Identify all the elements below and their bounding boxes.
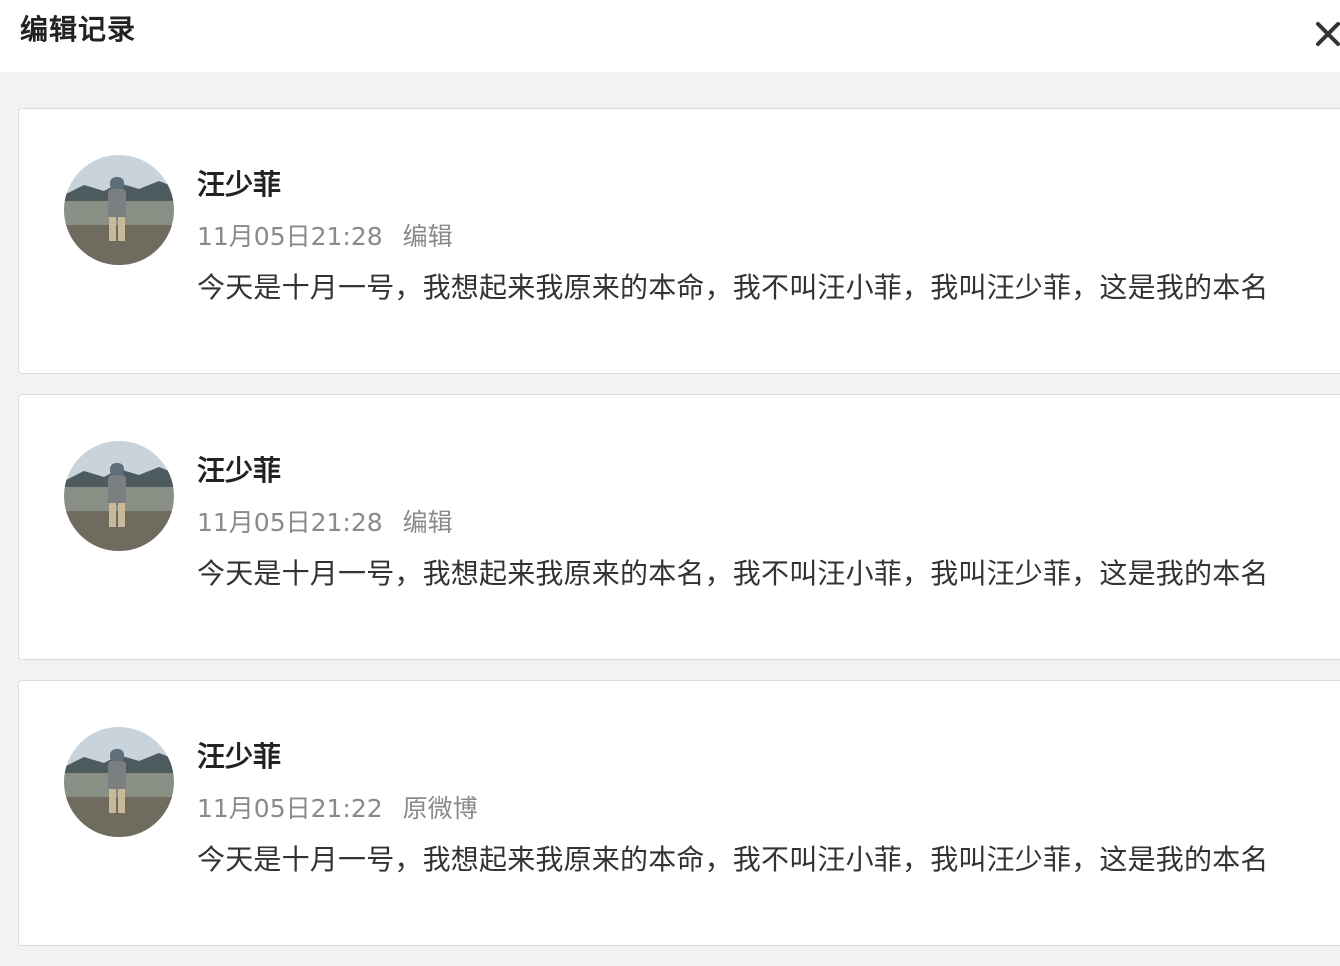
record-time: 11月05日21:22 [197,794,383,823]
author-name[interactable]: 汪少菲 [197,737,281,777]
close-button[interactable] [1310,14,1340,54]
avatar[interactable] [64,441,174,551]
edit-record-card: 汪少菲 11月05日21:28 编辑 今天是十月一号，我想起来我原来的本命，我不叫… [18,108,1340,374]
edit-record-card: 汪少菲 11月05日21:28 编辑 今天是十月一号，我想起来我原来的本名，我不叫… [18,394,1340,660]
record-content: 今天是十月一号，我想起来我原来的本命，我不叫汪小菲，我叫汪少菲，这是我的本名 [197,271,1269,304]
edit-record-card: 汪少菲 11月05日21:22 原微博 今天是十月一号，我想起来我原来的本命，我不… [18,680,1340,946]
author-name[interactable]: 汪少菲 [197,451,281,491]
avatar[interactable] [64,155,174,265]
record-time: 11月05日21:28 [197,222,383,251]
record-meta: 11月05日21:22 原微博 [197,789,478,829]
original-post-link[interactable]: 原微博 [403,794,478,823]
record-meta: 11月05日21:28 编辑 [197,217,453,257]
record-content: 今天是十月一号，我想起来我原来的本命，我不叫汪小菲，我叫汪少菲，这是我的本名 [197,843,1269,876]
record-time: 11月05日21:28 [197,508,383,537]
author-name[interactable]: 汪少菲 [197,165,281,205]
avatar[interactable] [64,727,174,837]
dialog-header: 编辑记录 [0,0,1340,72]
dialog-title: 编辑记录 [20,13,137,46]
record-action-label: 编辑 [402,222,453,251]
edit-record-list: 汪少菲 11月05日21:28 编辑 今天是十月一号，我想起来我原来的本命，我不叫… [18,108,1340,966]
record-content: 今天是十月一号，我想起来我原来的本名，我不叫汪小菲，我叫汪少菲，这是我的本名 [197,557,1269,590]
record-meta: 11月05日21:28 编辑 [197,503,453,543]
close-icon [1316,22,1340,46]
record-action-label: 编辑 [402,508,453,537]
